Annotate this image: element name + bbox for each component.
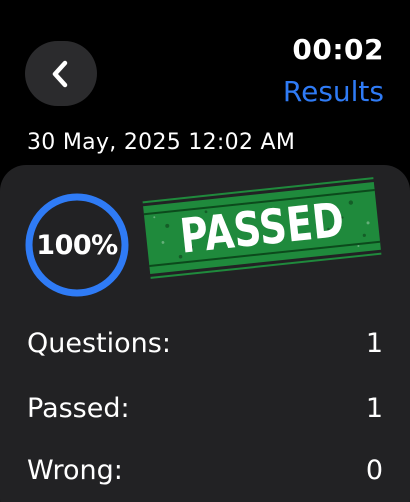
stat-value: 1 [365, 328, 383, 359]
back-button[interactable] [25, 41, 97, 106]
stat-label: Passed: [27, 393, 130, 424]
stat-value: 1 [365, 393, 383, 424]
score-percentage: 100% [36, 229, 118, 261]
stat-row-questions: Questions: 1 [27, 328, 383, 359]
stat-row-wrong: Wrong: 0 [27, 455, 383, 486]
stamp-label-text: PASSED [177, 192, 347, 264]
stat-label: Questions: [27, 328, 171, 359]
session-datetime: 30 May, 2025 12:02 AM [27, 130, 296, 155]
stat-value: 0 [365, 455, 383, 486]
clock-time: 00:02 [292, 33, 384, 66]
passed-stamp: PASSED [138, 176, 386, 280]
stat-row-passed: Passed: 1 [27, 393, 383, 424]
results-screen: 00:02 Results 30 May, 2025 12:02 AM 100% [0, 0, 410, 502]
chevron-left-icon [49, 58, 73, 90]
page-title: Results [282, 75, 384, 108]
score-ring: 100% [22, 190, 132, 300]
stat-label: Wrong: [27, 455, 123, 486]
